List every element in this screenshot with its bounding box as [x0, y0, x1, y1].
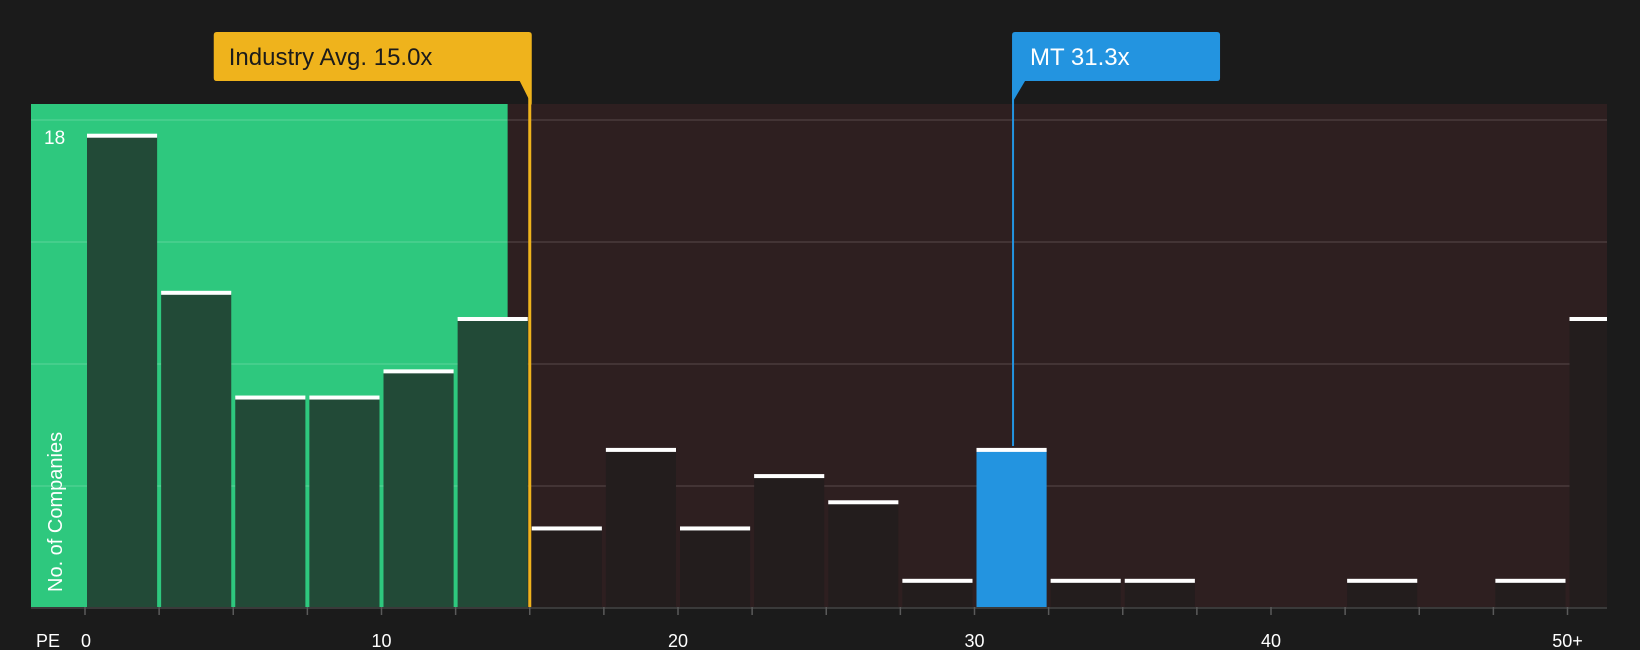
highlighted-bar	[976, 449, 1047, 607]
bar-cap	[1050, 578, 1121, 583]
bar-cap	[531, 526, 602, 531]
histogram-bar	[1347, 580, 1418, 607]
histogram-bar	[828, 502, 899, 607]
histogram-bar	[1569, 318, 1607, 607]
x-axis-title: PE	[36, 631, 60, 650]
x-tick-label: 50+	[1552, 631, 1583, 650]
x-tick-label: 10	[371, 631, 391, 650]
x-tick-label: 30	[964, 631, 984, 650]
bar-cap	[235, 395, 306, 400]
histogram-bar	[605, 449, 676, 607]
bar-cap	[828, 500, 899, 505]
x-tick-label: 40	[1261, 631, 1281, 650]
bar-cap	[1569, 316, 1607, 321]
bar-cap	[680, 526, 751, 531]
bar-cap	[383, 369, 454, 374]
bar-cap	[976, 447, 1047, 452]
y-max-label: 18	[44, 128, 65, 149]
bar-cap	[309, 395, 380, 400]
bar-cap	[754, 474, 825, 479]
histogram-bar	[1124, 580, 1195, 607]
histogram-bar	[309, 397, 380, 607]
histogram-bar	[754, 476, 825, 607]
histogram-bar	[680, 528, 751, 607]
histogram-bar	[235, 397, 306, 607]
bar-cap	[1495, 578, 1566, 583]
bar-cap	[1347, 578, 1418, 583]
histogram-bar	[531, 528, 602, 607]
pe-histogram-chart: 0 10 20 30 40 50+ 18 No. of Companies PE Indu…	[0, 0, 1640, 650]
bar-cap	[161, 290, 232, 295]
y-axis-title: No. of Companies	[45, 432, 67, 592]
histogram-bar	[383, 371, 454, 607]
bar-cap	[457, 316, 528, 321]
histogram-bar	[457, 318, 528, 607]
histogram-bar	[161, 292, 232, 607]
industry-average-label: Industry Avg. 15.0x	[229, 44, 433, 71]
bar-cap	[605, 447, 676, 452]
bar-cap	[902, 578, 973, 583]
x-tick-label: 20	[668, 631, 688, 650]
histogram-bar	[902, 580, 973, 607]
chart-svg: 0 10 20 30 40 50+ 18 No. of Companies PE Indu…	[31, 32, 1607, 650]
bar-cap	[1124, 578, 1195, 583]
histogram-bar	[1495, 580, 1566, 607]
histogram-bar	[1050, 580, 1121, 607]
x-tick-label: 0	[81, 631, 91, 650]
histogram-bar	[87, 135, 158, 608]
company-pe-label: MT 31.3x	[1030, 44, 1130, 71]
x-axis-ticks: 0 10 20 30 40 50+	[81, 607, 1583, 650]
bar-cap	[87, 133, 158, 138]
